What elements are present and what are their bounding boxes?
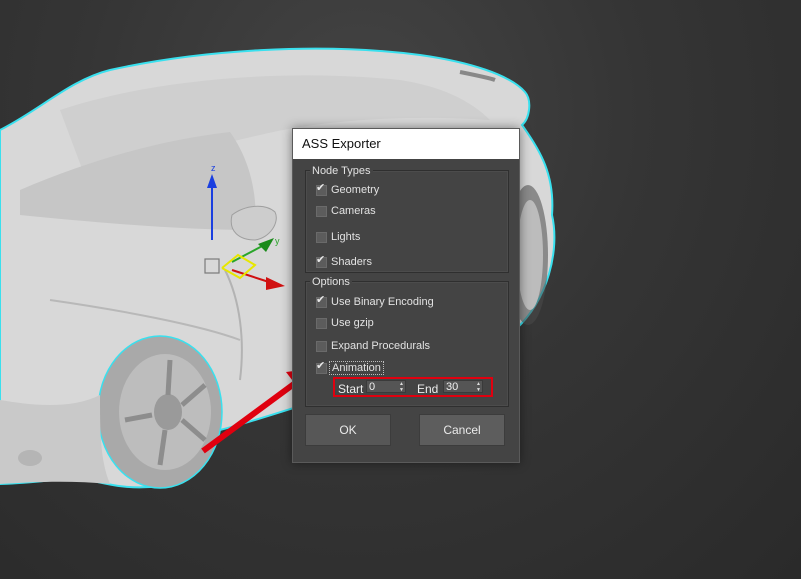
spinner-arrows-icon[interactable]: ▲ ▼ — [399, 381, 404, 393]
cameras-checkbox[interactable] — [316, 205, 327, 217]
expand-procedurals-checkbox[interactable] — [316, 340, 327, 352]
expand-procedurals-label: Expand Procedurals — [331, 340, 431, 352]
cancel-button[interactable]: Cancel — [419, 414, 505, 446]
gizmo-z-label: z — [211, 163, 216, 173]
lights-checkbox[interactable] — [316, 231, 327, 243]
start-label: Start — [338, 382, 364, 396]
ok-button[interactable]: OK — [305, 414, 391, 446]
shaders-checkbox[interactable]: ✔ — [316, 253, 327, 268]
spinner-arrows-icon[interactable]: ▲ ▼ — [476, 381, 481, 393]
node-types-title: Node Types — [310, 164, 373, 178]
end-value[interactable]: 30 — [446, 381, 458, 393]
binary-encoding-checkbox-row[interactable]: ✔ Use Binary Encoding — [316, 294, 434, 310]
end-spinner[interactable]: 30 ▲ ▼ — [443, 380, 483, 393]
expand-procedurals-checkbox-row[interactable]: Expand Procedurals — [316, 338, 430, 354]
check-icon: ✔ — [316, 253, 326, 266]
check-icon: ✔ — [316, 293, 326, 306]
animation-label: Animation — [329, 361, 384, 375]
node-types-group: Node Types ✔ Geometry Cameras Lights ✔ S… — [305, 164, 509, 273]
gizmo-y-label: y — [275, 236, 280, 246]
gzip-checkbox-row[interactable]: Use gzip — [316, 315, 374, 331]
geometry-label: Geometry — [331, 184, 380, 196]
check-icon: ✔ — [316, 181, 326, 194]
lights-label: Lights — [331, 231, 361, 243]
gzip-checkbox[interactable] — [316, 317, 327, 329]
end-label: End — [417, 382, 439, 396]
check-icon: ✔ — [316, 359, 326, 372]
cameras-label: Cameras — [331, 205, 376, 217]
cameras-checkbox-row[interactable]: Cameras — [316, 203, 376, 219]
options-title: Options — [310, 275, 352, 289]
start-value[interactable]: 0 — [369, 381, 375, 393]
gzip-label: Use gzip — [331, 317, 374, 329]
shaders-checkbox-row[interactable]: ✔ Shaders — [316, 254, 372, 270]
geometry-checkbox[interactable]: ✔ — [316, 181, 327, 196]
binary-encoding-label: Use Binary Encoding — [331, 296, 434, 308]
geometry-checkbox-row[interactable]: ✔ Geometry — [316, 182, 379, 198]
animation-checkbox-row[interactable]: ✔ Animation — [316, 360, 384, 376]
ass-exporter-dialog: ASS Exporter Node Types ✔ Geometry Camer… — [292, 128, 520, 463]
animation-checkbox[interactable]: ✔ — [316, 359, 327, 374]
dialog-title[interactable]: ASS Exporter — [293, 129, 519, 159]
lights-checkbox-row[interactable]: Lights — [316, 229, 360, 245]
shaders-label: Shaders — [331, 256, 372, 268]
binary-encoding-checkbox[interactable]: ✔ — [316, 293, 327, 308]
start-spinner[interactable]: 0 ▲ ▼ — [366, 380, 406, 393]
